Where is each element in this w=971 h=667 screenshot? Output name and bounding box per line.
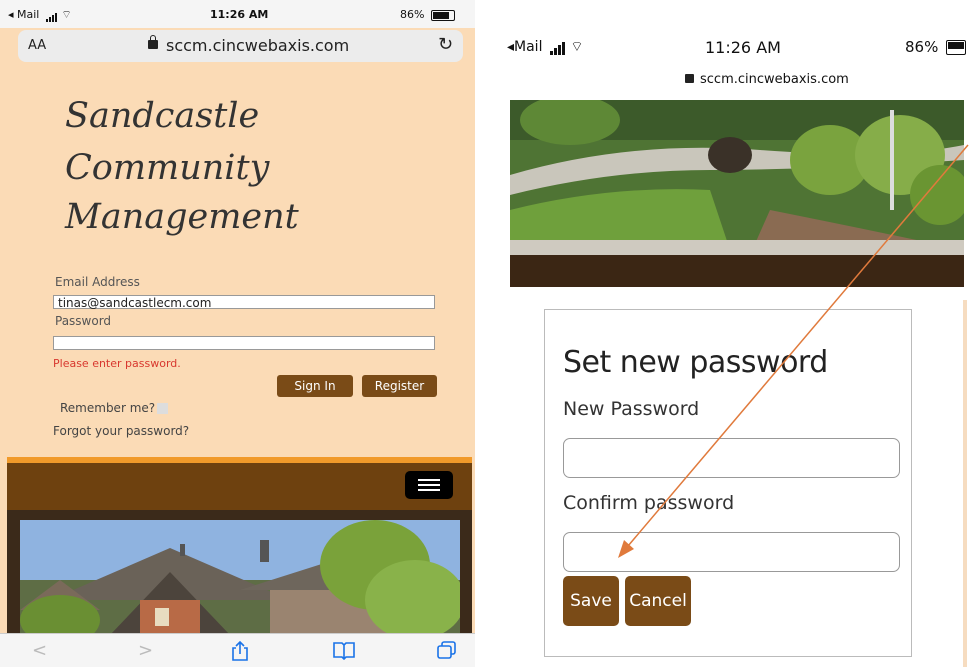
address-bar[interactable]: AA sccm.cincwebaxis.com ↻ [18,30,463,62]
battery-indicator: 86% [905,38,967,56]
share-icon[interactable] [230,640,250,667]
cancel-button[interactable]: Cancel [625,576,691,626]
brand-line-2: Community [65,148,270,188]
text-size-button[interactable]: AA [28,38,46,53]
sign-in-button[interactable]: Sign In [277,375,353,397]
brown-band [510,255,964,287]
register-button[interactable]: Register [362,375,437,397]
forward-button[interactable]: > [138,640,153,661]
url-host[interactable]: sccm.cincwebaxis.com [700,72,849,87]
url-host[interactable]: sccm.cincwebaxis.com [166,36,349,55]
wifi-icon: ⌔ [570,39,584,55]
clock: 11:26 AM [210,8,269,21]
safari-toolbar: < > [0,633,475,667]
email-field[interactable]: tinas@sandcastlecm.com [53,295,435,310]
save-button[interactable]: Save [563,576,619,626]
form-title: Set new password [563,345,828,380]
password-error: Please enter password. [53,357,181,370]
battery-indicator: 86% [400,8,455,21]
nav-bar [7,463,472,510]
status-bar: ◂ Mail ⌔ 11:26 AM 86% [0,0,475,28]
back-to-mail[interactable]: ◂Mail ⌔ [507,38,584,56]
menu-icon[interactable] [405,471,453,499]
lock-icon [148,35,158,49]
brand-line-3: Management [65,197,299,237]
carrier-label: ◂Mail [507,39,543,55]
lock-icon [685,74,694,83]
new-password-field[interactable] [563,438,900,478]
landscape-photo [510,100,964,255]
carrier-label: ◂ Mail [8,8,40,21]
status-bar-zoomed: ◂Mail ⌔ 11:26 AM 86% sccm.cincwebaxis.co… [495,0,971,100]
new-password-label: New Password [563,398,700,420]
left-phone-screen: ◂ Mail ⌔ 11:26 AM 86% AA sccm.cincwebaxi… [0,0,475,667]
battery-icon [946,40,967,55]
confirm-password-label: Confirm password [563,492,735,514]
reload-icon[interactable]: ↻ [438,34,453,55]
back-to-mail[interactable]: ◂ Mail ⌔ [8,8,72,22]
password-label: Password [55,314,112,328]
remember-checkbox[interactable] [157,403,169,414]
remember-label: Remember me? [60,401,156,415]
password-field[interactable] [53,336,435,350]
houses-photo [20,520,460,635]
battery-icon [430,9,455,21]
battery-percent: 86% [400,8,425,21]
wifi-icon: ⌔ [61,8,72,21]
battery-percent: 86% [905,38,939,56]
confirm-password-field[interactable] [563,532,900,572]
back-button[interactable]: < [32,640,47,661]
signal-icon [549,39,566,55]
book-icon[interactable] [332,640,356,665]
right-edge-strip [963,300,967,667]
remember-me[interactable]: Remember me? [60,401,169,415]
forgot-password-link[interactable]: Forgot your password? [53,424,189,438]
right-phone-screen: ◂Mail ⌔ 11:26 AM 86% sccm.cincwebaxis.co… [495,0,971,667]
brand-line-1: Sandcastle [65,96,260,136]
signal-icon [45,9,58,22]
tabs-icon[interactable] [436,640,458,665]
email-label: Email Address [55,275,140,289]
clock: 11:26 AM [705,38,781,57]
